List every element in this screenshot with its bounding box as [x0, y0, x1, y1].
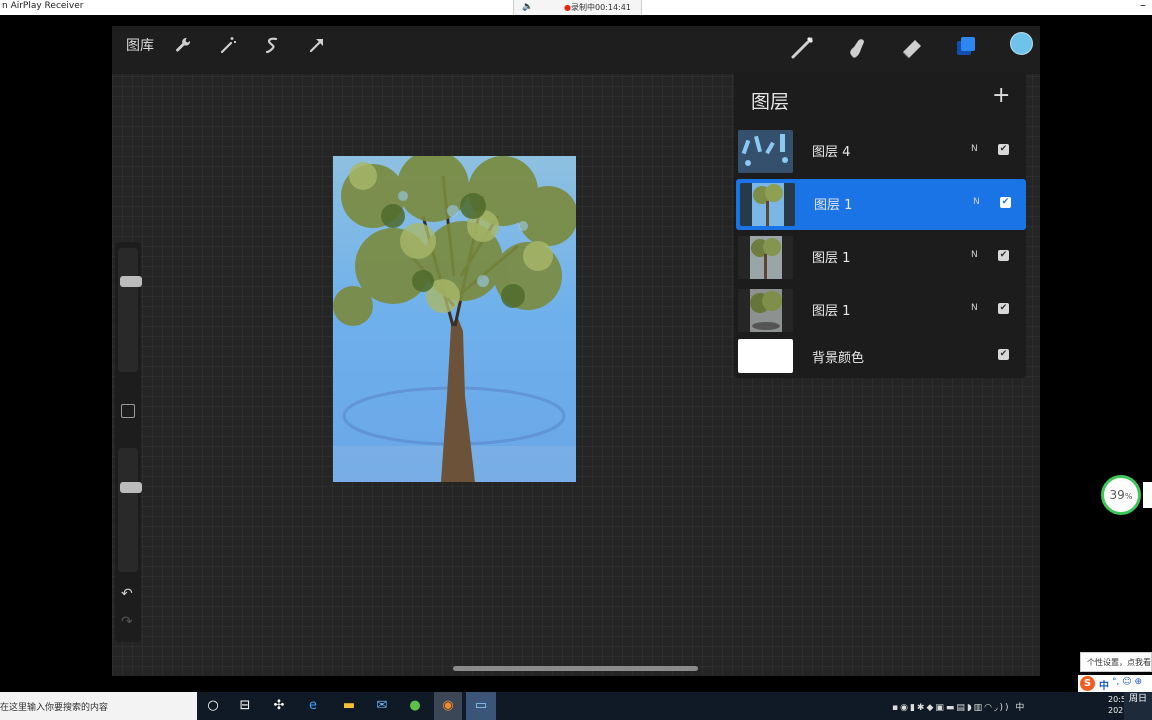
airplay-receiver-icon[interactable]: ▭	[472, 697, 490, 715]
transform-arrow-icon[interactable]	[306, 35, 328, 57]
notify-label: 周日	[1128, 694, 1147, 704]
layer-thumbnail	[740, 183, 795, 226]
visibility-checkbox[interactable]: ✔	[998, 349, 1009, 360]
recording-indicator: 🔈 ●录制中00:14:41	[513, 0, 642, 15]
gallery-button[interactable]: 图库	[126, 35, 154, 55]
cortana-icon[interactable]: ○	[204, 697, 222, 715]
layer-row[interactable]: 图层 1 N ✔	[734, 232, 1026, 283]
ime-options[interactable]: °, ☺ ⊕	[1112, 677, 1142, 687]
progress-percent-widget[interactable]: 39%	[1101, 475, 1141, 515]
background-color-row[interactable]: 背景颜色 ✔	[734, 335, 1026, 386]
layers-panel: 图层 + 图层 4 N ✔ 图层 1 N ✔ 图层 1 N ✔ 图层 1 N ✔…	[734, 72, 1026, 378]
add-layer-button[interactable]: +	[992, 83, 1010, 108]
top-toolbar: 图库	[112, 26, 1040, 74]
notification-center-button[interactable]: 周日	[1124, 692, 1152, 720]
ime-mode-toggle[interactable]: 中	[1099, 677, 1109, 692]
layer-row[interactable]: 图层 4 N ✔	[734, 126, 1026, 177]
visibility-checkbox[interactable]: ✔	[998, 303, 1009, 314]
blend-mode-button[interactable]: N	[971, 250, 978, 260]
layer-thumbnail	[738, 130, 793, 173]
brush-size-slider[interactable]	[118, 248, 142, 372]
percent-value: 39	[1109, 488, 1125, 502]
file-explorer-icon[interactable]: ▬	[340, 697, 358, 715]
home-indicator[interactable]	[453, 666, 698, 671]
modify-button[interactable]	[121, 404, 135, 418]
procreate-screen: 图库 ↶ ↷ 图层 + 图层 4 N ✔ 图层 1 N ✔ 图层 1 N ✔ 图…	[112, 26, 1040, 676]
app-grid-icon[interactable]: ✣	[270, 697, 288, 715]
record-dot-icon: ●	[564, 3, 571, 12]
sogou-logo-icon[interactable]: S	[1080, 676, 1095, 691]
redo-icon[interactable]: ↷	[121, 614, 133, 630]
layer-name: 图层 1	[812, 251, 851, 266]
layer-name: 图层 1	[814, 198, 853, 213]
taskbar-search-box[interactable]: 在这里输入你要搜索的内容	[0, 692, 197, 720]
visibility-checkbox[interactable]: ✔	[1000, 197, 1011, 208]
speaker-icon[interactable]: 🔈	[522, 2, 533, 12]
layer-thumbnail	[738, 236, 793, 279]
task-view-icon[interactable]: ⊟	[236, 697, 254, 715]
edge-browser-icon[interactable]: e	[304, 697, 322, 715]
system-tray[interactable]: ▪◉▮✱◆▣▬▤◗▥◠◞)) 中	[892, 700, 1026, 713]
windows-taskbar: 在这里输入你要搜索的内容 ○ ⊟ ✣ e ▬ ✉ ● ◉ ▭ ▪◉▮✱◆▣▬▤◗…	[0, 692, 1152, 720]
airplay-title-bar: n AirPlay Receiver 🔈 ●录制中00:14:41 –	[0, 0, 1152, 15]
undo-icon[interactable]: ↶	[121, 586, 133, 602]
layers-panel-title: 图层	[751, 91, 790, 113]
ime-tooltip: 个性设置，点我看看	[1080, 652, 1152, 672]
color-picker-button[interactable]	[1010, 32, 1033, 55]
blend-mode-button[interactable]: N	[973, 197, 980, 207]
background-color-swatch[interactable]	[738, 339, 793, 373]
canvas-artwork[interactable]	[333, 156, 576, 482]
brush-size-handle[interactable]	[120, 276, 142, 287]
blend-mode-button[interactable]: N	[971, 144, 978, 154]
percent-unit: %	[1124, 492, 1133, 501]
search-placeholder: 在这里输入你要搜索的内容	[0, 703, 109, 713]
layer-name: 图层 4	[812, 145, 851, 160]
recording-label: 录制中	[570, 3, 595, 12]
recorder-app-icon[interactable]: ◉	[439, 697, 457, 715]
magic-wand-icon[interactable]	[217, 35, 239, 57]
visibility-checkbox[interactable]: ✔	[998, 250, 1009, 261]
minimize-button[interactable]: –	[1140, 0, 1146, 12]
layers-icon[interactable]	[951, 32, 981, 62]
mail-icon[interactable]: ✉	[373, 697, 391, 715]
brush-icon[interactable]	[788, 32, 818, 62]
opacity-slider[interactable]	[118, 448, 142, 572]
blend-mode-button[interactable]: N	[971, 303, 978, 313]
opacity-handle[interactable]	[120, 482, 142, 493]
layer-name: 图层 1	[812, 304, 851, 319]
visibility-checkbox[interactable]: ✔	[998, 144, 1009, 155]
widget-side-tab[interactable]	[1143, 482, 1152, 508]
layer-name: 背景颜色	[812, 351, 865, 366]
recording-time: 00:14:41	[594, 3, 631, 12]
smudge-icon[interactable]	[842, 32, 872, 62]
selection-icon[interactable]	[261, 35, 283, 57]
left-sidebar: ↶ ↷	[115, 242, 142, 642]
green-app-icon[interactable]: ●	[406, 697, 424, 715]
window-title: n AirPlay Receiver	[2, 1, 84, 11]
ime-toolbar[interactable]: S 中 °, ☺ ⊕	[1078, 675, 1152, 692]
layer-row[interactable]: 图层 1 N ✔	[734, 285, 1026, 336]
wrench-icon[interactable]	[172, 35, 194, 57]
tray-input-indicator[interactable]: 中	[1015, 703, 1026, 713]
layer-thumbnail	[738, 289, 793, 332]
eraser-icon[interactable]	[897, 32, 927, 62]
layer-row-selected[interactable]: 图层 1 N ✔	[736, 179, 1026, 230]
